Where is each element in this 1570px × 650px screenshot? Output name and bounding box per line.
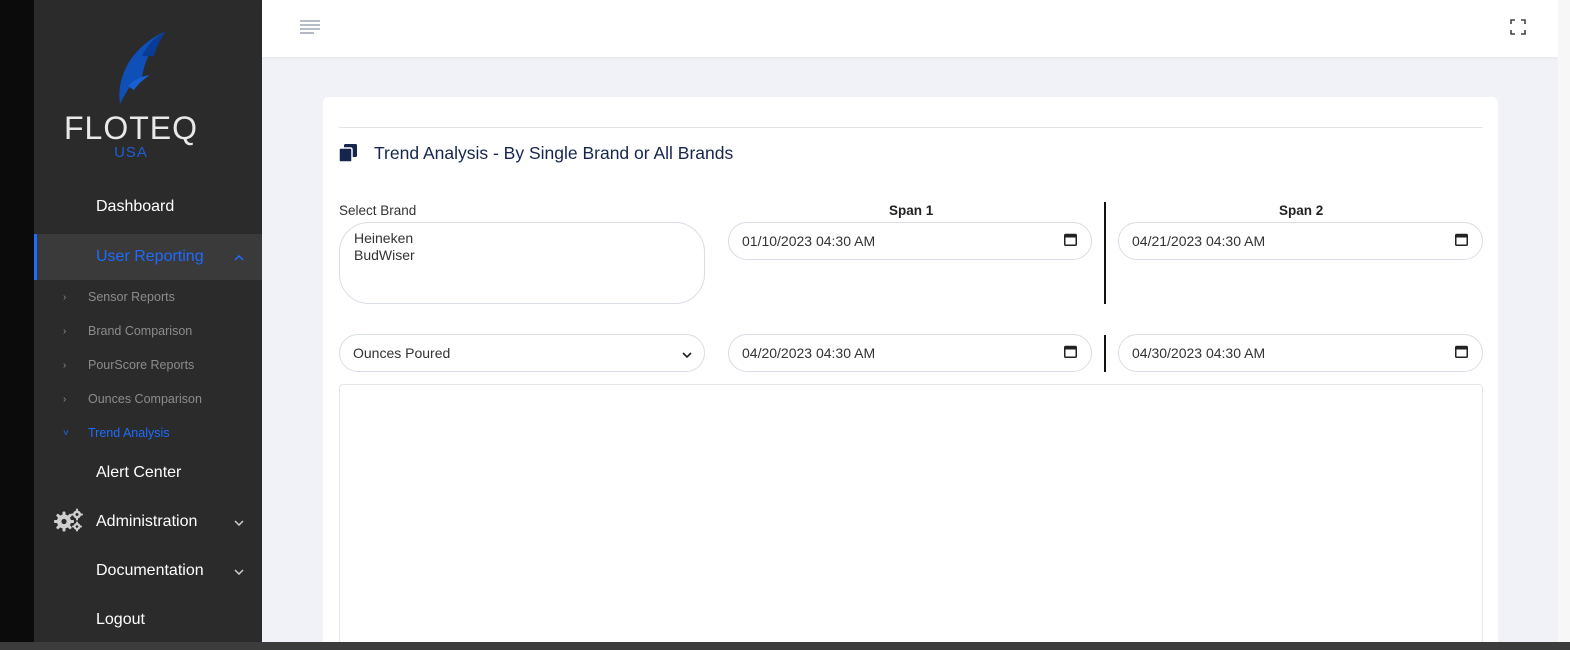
metric-selected-value: Ounces Poured [353,345,451,361]
sidebar-item-administration[interactable]: Administration [34,500,262,544]
chevron-right-icon: › [63,291,67,303]
span-1-end-date-input[interactable]: 04/20/2023 04:30 AM [728,334,1092,372]
top-bar [262,0,1558,57]
span-1-label: Span 1 [889,203,934,218]
trend-chart-area [339,384,1483,650]
sidebar-subitem-label: Brand Comparison [88,324,193,338]
gears-icon [54,508,84,537]
chevron-down-icon [682,345,692,361]
sidebar-item-alert-center[interactable]: Alert Center [34,451,262,495]
chevron-right-icon: › [63,325,67,337]
sidebar-item-label: Logout [96,611,145,628]
sidebar-subitem-brand-comparison[interactable]: › Brand Comparison [34,314,262,348]
brand-option[interactable]: Heineken [354,230,690,247]
sidebar-subitem-pourscore-reports[interactable]: › PourScore Reports [34,348,262,382]
floteq-swoosh-icon [119,31,166,104]
sidebar-item-label: User Reporting [96,248,204,265]
date-value: 04/20/2023 04:30 AM [742,345,876,361]
span-2-end-date-input[interactable]: 04/30/2023 04:30 AM [1118,334,1483,372]
span-divider-top [1104,202,1106,304]
sidebar-subitem-ounces-comparison[interactable]: › Ounces Comparison [34,382,262,416]
calendar-icon[interactable] [1064,233,1077,249]
chevron-right-icon: › [63,359,67,371]
span-2-start-date-input[interactable]: 04/21/2023 04:30 AM [1118,222,1483,260]
sidebar-item-label: Documentation [96,562,204,579]
left-edge [0,0,34,650]
date-value: 04/30/2023 04:30 AM [1132,345,1266,361]
chevron-down-icon [234,564,244,578]
brand-listbox[interactable]: Heineken BudWiser [339,222,705,304]
sidebar-item-documentation[interactable]: Documentation [34,549,262,593]
sidebar-item-logout[interactable]: Logout [34,598,262,642]
sidebar-subitem-sensor-reports[interactable]: › Sensor Reports [34,280,262,314]
date-value: 04/21/2023 04:30 AM [1132,233,1266,249]
sidebar-subitem-trend-analysis[interactable]: ˅ Trend Analysis [34,416,262,450]
sidebar-item-label: Dashboard [96,198,175,215]
card-title: Trend Analysis - By Single Brand or All … [374,143,734,163]
select-brand-label: Select Brand [339,203,417,218]
sidebar-subitem-label: Trend Analysis [88,426,170,440]
card-divider [339,127,1483,128]
sidebar-subitem-label: Ounces Comparison [88,392,202,406]
span-1-start-date-input[interactable]: 01/10/2023 04:30 AM [728,222,1092,260]
scrollbar-track[interactable] [1558,0,1570,642]
sidebar-item-label: Alert Center [96,464,182,481]
app-window: FLOTEQ USA Dashboard User Reporting › Se… [0,0,1570,650]
span-2-label: Span 2 [1279,203,1324,218]
sidebar-item-user-reporting[interactable]: User Reporting [34,234,262,280]
trend-analysis-card: Trend Analysis - By Single Brand or All … [323,97,1498,650]
sidebar: FLOTEQ USA Dashboard User Reporting › Se… [34,0,262,650]
logo-text: FLOTEQ [63,110,198,146]
metric-select[interactable]: Ounces Poured [339,334,705,372]
bottom-bar [0,642,1570,650]
calendar-icon[interactable] [1064,345,1077,361]
logo-subtext: USA [114,144,148,161]
date-value: 01/10/2023 04:30 AM [742,233,876,249]
main-content: Trend Analysis - By Single Brand or All … [262,0,1558,650]
sidebar-subitem-label: Sensor Reports [88,290,175,304]
chevron-down-icon [234,515,244,529]
span-divider-bottom [1104,335,1106,372]
sidebar-item-label: Administration [96,513,198,530]
calendar-icon[interactable] [1455,345,1468,361]
sidebar-item-dashboard[interactable]: Dashboard [34,185,262,229]
chevron-right-icon: › [63,393,67,405]
menu-lines-icon[interactable] [300,19,320,40]
fullscreen-icon[interactable] [1510,19,1526,40]
chevron-up-icon [234,250,244,264]
brand-option[interactable]: BudWiser [354,247,690,264]
sidebar-subitem-label: PourScore Reports [88,358,195,372]
floteq-logo: FLOTEQ USA [56,26,206,164]
copy-icon [338,144,357,167]
chevron-down-icon: ˅ [63,427,69,439]
calendar-icon[interactable] [1455,233,1468,249]
